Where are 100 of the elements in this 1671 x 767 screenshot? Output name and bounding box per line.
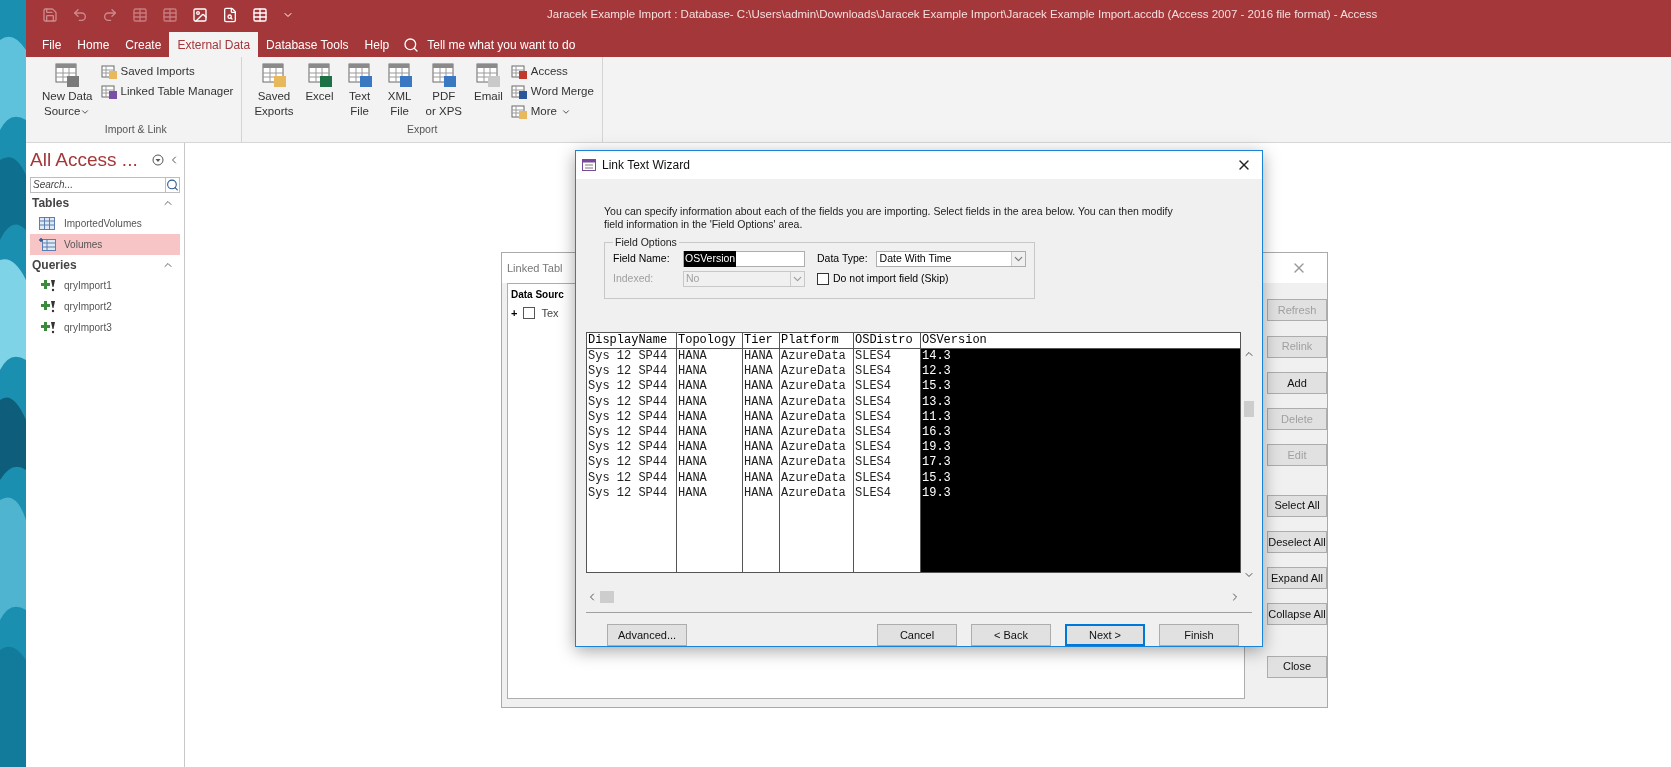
section-header[interactable]: Tables [32,193,70,212]
column-header[interactable]: DisplayName [587,332,677,348]
table-cell-text: HANA [743,409,774,425]
table-column[interactable]: AzureData AzureData AzureData AzureData AzureData AzureData AzureData AzureData AzureData AzureData [780,349,854,572]
dialog-button[interactable]: Add [1267,371,1327,394]
pane-title: All Access ... [30,148,138,172]
table-cell-text: 19.3 [921,440,952,456]
ribbon-button[interactable]: Saved Imports [100,63,234,81]
ribbon-button[interactable]: Excel [301,61,338,123]
table-cell-text: HANA [743,485,774,502]
column-header[interactable]: Topology [677,332,743,348]
table-cell-text: SLES4 [854,409,892,425]
table-cell-text: HANA [677,349,708,365]
nav-item[interactable]: qryImport3 [30,316,180,338]
table-cell-text: AzureData [780,379,847,395]
table-cell-text: 14.3 [921,349,952,365]
table-cell-text: 17.3 [921,455,952,471]
dialog-button[interactable]: < Back [971,624,1051,646]
table-cell-text: 19.3 [921,485,952,502]
ribbon-tab[interactable]: File [34,32,70,57]
table-cell-text: AzureData [780,455,847,471]
tree-item[interactable]: Tex [541,305,559,322]
ribbon-tab[interactable]: Home [69,32,118,57]
table-column[interactable]: 14.3 12.3 15.3 13.3 11.3 16.3 19.3 17.3 15.3 19.3 [921,349,1240,572]
table-cell-text: Sys 12 SP44 [587,470,669,486]
table-cell-text: SLES4 [854,485,892,502]
table-cell-text: SLES4 [854,379,892,395]
table-cell-text: SLES4 [854,364,892,380]
item-label: qryImport3 [64,320,112,335]
nav-item[interactable]: ImportedVolumes [30,212,180,234]
field-label: Data Type: [817,250,868,266]
table-cell-text: Sys 12 SP44 [587,485,669,502]
ribbon-button[interactable]: Text File [341,61,378,123]
table-cell-text: Sys 12 SP44 [587,349,669,365]
table-cell-text: Sys 12 SP44 [587,379,669,395]
ribbon-tab[interactable]: Database Tools [258,32,357,57]
table-cell-text: 11.3 [921,409,952,425]
table-cell-text: SLES4 [854,455,892,471]
ribbon-button[interactable]: Email [470,61,507,123]
table-cell-text: AzureData [780,364,847,380]
column-header[interactable]: Platform [780,332,854,348]
expander[interactable]: + [511,305,518,322]
column-header[interactable]: Tier [743,332,780,348]
dialog-button[interactable]: Finish [1159,624,1239,646]
table-cell-text: HANA [743,364,774,380]
ribbon-button[interactable]: XML File [381,61,418,123]
nav-item[interactable]: qryImport1 [30,274,180,296]
table-cell-text: 16.3 [921,425,952,441]
group-label: Export [405,122,439,138]
dialog-button[interactable]: Collapse All [1267,603,1327,626]
ribbon-tab[interactable]: Help [356,32,398,57]
table-cell-text: SLES4 [854,349,892,365]
table-cell-text: AzureData [780,485,847,502]
tell-me-field[interactable]: Tell me what you want to do [403,32,576,57]
search-field[interactable]: Search... [30,176,180,193]
ribbon-button[interactable]: Word Merge [510,83,594,101]
ribbon-button[interactable]: Access [510,63,594,81]
dialog-button[interactable]: Advanced... [607,624,687,646]
field-name-input[interactable]: OSVersion [683,250,805,267]
dialog-button[interactable]: Select All [1267,494,1327,517]
nav-item[interactable]: Volumes [30,233,180,255]
table-cell-text: HANA [677,394,708,410]
dialog-button[interactable]: Next > [1065,624,1145,646]
table-cell-text: HANA [677,485,708,502]
dialog-button[interactable]: Expand All [1267,567,1327,589]
ribbon-button[interactable]: More [510,103,594,121]
table-cell-text: Sys 12 SP44 [587,425,669,441]
section-header[interactable]: Queries [32,255,77,274]
table-cell-text: AzureData [780,425,847,441]
table-cell-text: HANA [743,425,774,441]
instructions: You can specify information about each of the fields you are importing. Select fields in the area below. You can then modify field information in the 'Field Options' area. [604,205,1174,231]
table-column[interactable]: HANA HANA HANA HANA HANA HANA HANA HANA HANA HANA [677,349,743,572]
column-header[interactable]: OSDistro [854,332,921,348]
data-type-select[interactable]: Date With Time [875,250,1026,267]
dialog-button[interactable]: Deselect All [1267,530,1327,553]
table-cell-text: 15.3 [921,379,952,395]
table-column[interactable]: HANA HANA HANA HANA HANA HANA HANA HANA HANA HANA [743,349,780,572]
table-cell-text: HANA [743,349,774,365]
table-column[interactable]: SLES4 SLES4 SLES4 SLES4 SLES4 SLES4 SLES4 SLES4 SLES4 SLES4 [854,349,921,572]
group-label: Import & Link [103,122,168,138]
table-cell-text: AzureData [780,349,847,365]
ribbon-button[interactable]: Saved Exports [250,61,298,123]
ribbon-button[interactable]: New Data Source [38,61,97,123]
table-cell-text: HANA [677,455,708,471]
table-cell-text: AzureData [780,470,847,486]
table-cell-text: HANA [743,455,774,471]
table-column[interactable]: Sys 12 SP44 Sys 12 SP44 Sys 12 SP44 Sys 12 SP44 Sys 12 SP44 Sys 12 SP44 Sys 12 SP44 Sys 12 SP44 Sys 12 SP44 Sys 12 SP44 [587,349,677,572]
ribbon-tab[interactable]: External Data [169,32,259,57]
ribbon-button[interactable]: PDF or XPS [421,61,466,123]
dialog-button[interactable]: Close [1267,655,1327,678]
table-cell-text: SLES4 [854,394,892,410]
ribbon-tab[interactable]: Create [117,32,170,57]
table-cell-text: HANA [743,470,774,486]
column-header[interactable]: OSVersion [921,332,1240,348]
table-cell-text: AzureData [780,440,847,456]
table-cell-text: HANA [743,379,774,395]
dialog-button[interactable]: Cancel [877,624,957,646]
ribbon-button[interactable]: Linked Table Manager [100,83,234,101]
table-cell-text: Sys 12 SP44 [587,394,669,410]
nav-item[interactable]: qryImport2 [30,295,180,317]
